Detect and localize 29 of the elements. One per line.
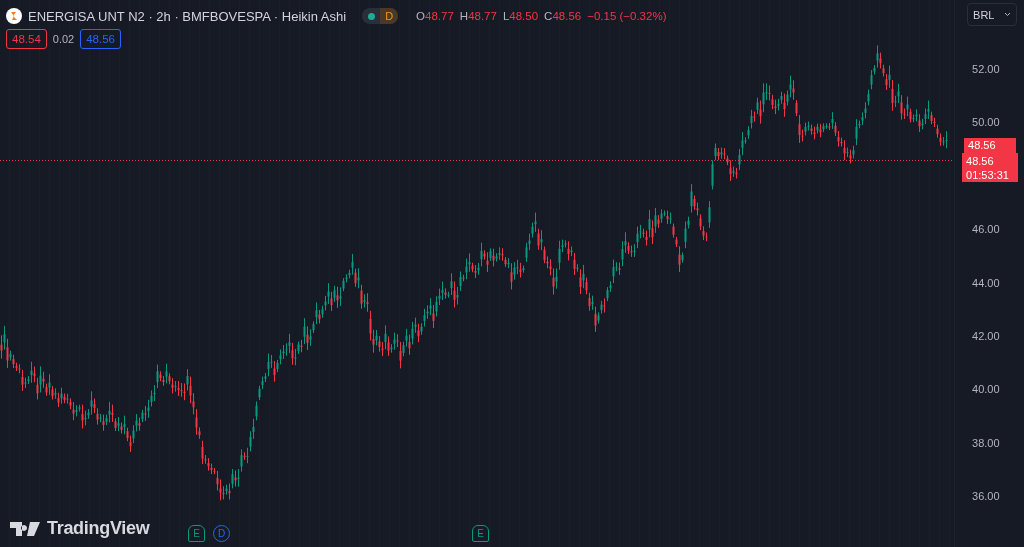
bar-countdown: 01:53:31 — [966, 168, 1010, 182]
ohlc-value: O48.77 — [416, 10, 454, 22]
symbol-logo-icon — [6, 8, 22, 24]
brand-name: TradingView — [47, 518, 150, 539]
tradingview-logo-icon — [10, 521, 42, 536]
price-axis-label: 36.00 — [972, 489, 1000, 504]
spread-value: 0.02 — [52, 33, 75, 45]
ohlc-value: H48.77 — [459, 10, 497, 22]
ohlc-value: C48.56 — [544, 10, 582, 22]
price-axis-label: 46.00 — [972, 222, 1000, 237]
ohlc-value: L48.50 — [502, 10, 539, 22]
symbol-title[interactable]: ENERGISA UNT N2 · 2h · BMFBOVESPA · Heikin Ashi — [28, 8, 347, 24]
price-axis-label: 50.00 — [972, 115, 1000, 130]
ask-price[interactable]: 48.56 — [80, 29, 121, 49]
close-price: 48.56 — [966, 154, 995, 168]
earnings-marker[interactable]: E — [188, 525, 205, 542]
price-axis-label: 52.00 — [972, 62, 1000, 76]
earnings-marker[interactable]: E — [472, 525, 489, 542]
market-status-badge[interactable]: D — [362, 8, 399, 24]
currency-dropdown[interactable]: BRL — [967, 3, 1018, 26]
bid-price[interactable]: 48.54 — [6, 29, 47, 49]
last-price-label: 48.56 — [964, 138, 1017, 153]
price-change: −0.15 (−0.32%) — [587, 10, 667, 22]
chart-pane[interactable]: ENERGISA UNT N2 · 2h · BMFBOVESPA · Heikin Ashi D O48.77 H48.77 L48.50 C48.56 −0.15 (−0.32%) 48.54 0.02 48.56 TradingView E D E — [0, 0, 955, 547]
chevron-down-icon — [1004, 12, 1012, 17]
price-axis-label: 38.00 — [972, 435, 1000, 450]
price-axis-label: 44.00 — [972, 275, 1000, 290]
price-axis-label: 42.00 — [972, 328, 1000, 343]
price-axis-label: 40.00 — [972, 382, 1000, 397]
